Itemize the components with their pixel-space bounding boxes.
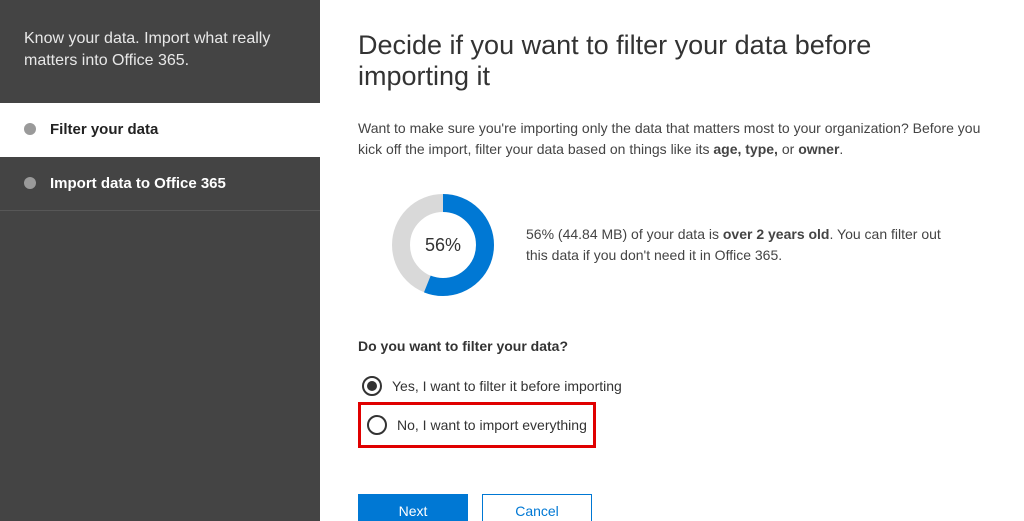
wizard-sidebar: Know your data. Import what really matte… (0, 0, 320, 521)
filter-radio-group: Yes, I want to filter it before importin… (358, 370, 986, 448)
step-bullet-icon (24, 123, 36, 135)
page-title: Decide if you want to filter your data b… (358, 30, 986, 92)
step-label: Filter your data (50, 121, 158, 138)
filter-question: Do you want to filter your data? (358, 338, 986, 354)
cancel-button[interactable]: Cancel (482, 494, 592, 521)
radio-icon (367, 415, 387, 435)
desc-bold-2: owner (798, 141, 839, 157)
donut-chart: 56% (388, 190, 498, 300)
radio-option-no[interactable]: No, I want to import everything (363, 409, 591, 441)
desc-bold-1: age, type, (713, 141, 778, 157)
page-description: Want to make sure you're importing only … (358, 118, 986, 160)
button-row: Next Cancel (358, 494, 986, 521)
main-panel: Decide if you want to filter your data b… (320, 0, 1024, 521)
highlight-annotation: No, I want to import everything (358, 402, 596, 448)
chart-text-bold: over 2 years old (723, 226, 830, 242)
chart-text-pre: 56% (44.84 MB) of your data is (526, 226, 723, 242)
next-button[interactable]: Next (358, 494, 468, 521)
radio-option-yes[interactable]: Yes, I want to filter it before importin… (358, 370, 986, 402)
radio-label: Yes, I want to filter it before importin… (392, 378, 622, 394)
step-filter-your-data[interactable]: Filter your data (0, 103, 320, 157)
data-age-summary: 56% 56% (44.84 MB) of your data is over … (358, 190, 986, 300)
donut-center-label: 56% (388, 190, 498, 300)
desc-end: . (839, 141, 843, 157)
sidebar-header: Know your data. Import what really matte… (0, 0, 320, 103)
desc-joiner: or (778, 141, 798, 157)
radio-icon (362, 376, 382, 396)
chart-description: 56% (44.84 MB) of your data is over 2 ye… (526, 224, 946, 266)
radio-label: No, I want to import everything (397, 417, 587, 433)
step-label: Import data to Office 365 (50, 175, 226, 192)
step-bullet-icon (24, 177, 36, 189)
step-import-data[interactable]: Import data to Office 365 (0, 157, 320, 211)
desc-text: Want to make sure you're importing only … (358, 120, 980, 157)
